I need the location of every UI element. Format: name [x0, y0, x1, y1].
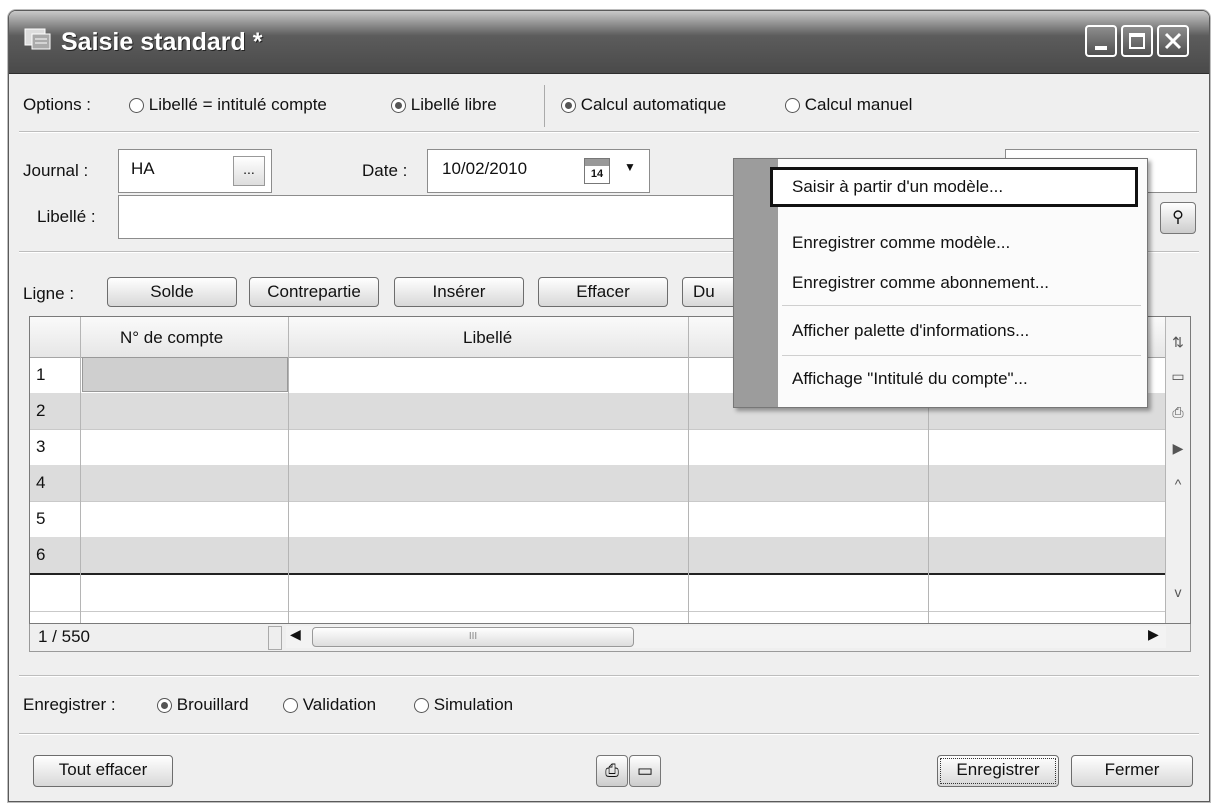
radio-brouillard[interactable]: Brouillard — [157, 695, 249, 715]
grid-status-bar: 1 / 550 ◀ III ▶ — [29, 624, 1191, 652]
radio-brouillard-label: Brouillard — [176, 695, 249, 714]
scroll-thumb[interactable]: III — [312, 627, 634, 647]
screen-icon[interactable]: ▭ — [629, 755, 661, 787]
selected-cell[interactable] — [82, 357, 288, 392]
journal-field[interactable]: HA ... — [118, 149, 272, 193]
menu-item-palette[interactable]: Afficher palette d'informations... — [792, 321, 1029, 341]
screen-icon[interactable]: ▭ — [1169, 367, 1187, 385]
date-value: 10/02/2010 — [442, 159, 528, 178]
radio-circle[interactable] — [157, 698, 172, 713]
ligne-label: Ligne : — [23, 284, 75, 303]
grid-col-divider — [688, 317, 689, 623]
window-app-icon — [24, 28, 51, 50]
radio-simulation-label: Simulation — [433, 695, 514, 714]
table-row[interactable] — [30, 573, 1190, 612]
radio-circle[interactable] — [561, 98, 576, 113]
effacer-button[interactable]: Effacer — [538, 277, 668, 307]
print-icon[interactable]: ⎙ — [596, 755, 628, 787]
grid-col-divider — [288, 317, 289, 623]
menu-separator — [782, 355, 1141, 356]
journal-label: Journal : — [23, 161, 89, 180]
title-bar[interactable]: Saisie standard * — [9, 11, 1209, 74]
options-divider — [544, 85, 545, 127]
context-menu: Saisir à partir d'un modèle... Enregistr… — [733, 158, 1148, 408]
header-libelle[interactable]: Libellé — [463, 328, 512, 348]
radio-simulation[interactable]: Simulation — [414, 695, 513, 715]
radio-calcul-manuel-label: Calcul manuel — [804, 95, 913, 114]
grid-col-divider — [80, 317, 81, 623]
horizontal-scrollbar[interactable]: ◀ III ▶ — [286, 626, 1166, 648]
options-label: Options : — [23, 95, 92, 114]
menu-separator — [782, 305, 1141, 306]
date-label: Date : — [362, 161, 408, 180]
menu-item-saisir-modele[interactable]: Saisir à partir d'un modèle... — [792, 177, 1003, 197]
journal-browse-button[interactable]: ... — [233, 156, 265, 186]
radio-libelle-intitule-label: Libellé = intitulé compte — [148, 95, 327, 114]
fermer-button[interactable]: Fermer — [1071, 755, 1193, 787]
separator — [19, 675, 1199, 677]
print-icon[interactable]: ⎙ — [1169, 403, 1187, 421]
table-row[interactable]: 5 — [30, 501, 1190, 538]
radio-circle[interactable] — [283, 698, 298, 713]
table-row[interactable]: 6 — [30, 537, 1190, 574]
radio-circle[interactable] — [785, 98, 800, 113]
table-row[interactable]: 3 — [30, 429, 1190, 466]
enregistrer-button[interactable]: Enregistrer — [937, 755, 1059, 787]
journal-value: HA — [131, 159, 155, 178]
table-row[interactable]: 4 — [30, 465, 1190, 502]
separator — [19, 733, 1199, 735]
radio-validation[interactable]: Validation — [283, 695, 376, 715]
radio-calcul-automatique-label: Calcul automatique — [580, 95, 727, 114]
libelle-label: Libellé : — [37, 207, 96, 226]
row-number: 2 — [36, 401, 46, 420]
minimize-icon[interactable] — [1085, 25, 1117, 57]
enregistrer-label: Enregistrer : — [23, 695, 116, 714]
sort-icon[interactable]: ⇅ — [1169, 333, 1187, 351]
separator — [19, 131, 1199, 133]
inserer-button[interactable]: Insérer — [394, 277, 524, 307]
menu-item-enregistrer-modele[interactable]: Enregistrer comme modèle... — [792, 233, 1010, 253]
menu-item-enregistrer-abonnement[interactable]: Enregistrer comme abonnement... — [792, 273, 1049, 293]
radio-circle[interactable] — [414, 698, 429, 713]
tout-effacer-button[interactable]: Tout effacer — [33, 755, 173, 787]
window-title: Saisie standard * — [61, 28, 263, 56]
scroll-up-icon[interactable]: ^ — [1169, 475, 1187, 493]
radio-circle[interactable] — [391, 98, 406, 113]
calendar-day: 14 — [590, 168, 604, 180]
solde-button[interactable]: Solde — [107, 277, 237, 307]
chevron-down-icon[interactable]: ▼ — [624, 160, 636, 174]
radio-libelle-libre-label: Libellé libre — [410, 95, 497, 114]
date-field[interactable]: 10/02/2010 14 ▼ — [427, 149, 650, 193]
menu-item-affichage-intitule[interactable]: Affichage "Intitulé du compte"... — [792, 369, 1028, 389]
radio-validation-label: Validation — [302, 695, 377, 714]
row-number: 5 — [36, 509, 46, 528]
row-number: 3 — [36, 437, 46, 456]
tag-icon[interactable]: ⚲ — [1160, 202, 1196, 234]
grid-vertical-scrollbar[interactable]: ⇅ ▭ ⎙ ▶ ^ v — [1165, 317, 1190, 623]
row-number: 6 — [36, 545, 46, 564]
header-compte[interactable]: N° de compte — [120, 328, 223, 348]
record-counter: 1 / 550 — [38, 627, 90, 646]
radio-libelle-intitule[interactable]: Libellé = intitulé compte — [129, 95, 327, 115]
radio-calcul-manuel[interactable]: Calcul manuel — [785, 95, 912, 115]
splitter-grip[interactable] — [268, 626, 282, 650]
scroll-right-icon[interactable]: ▶ — [1148, 626, 1159, 643]
radio-circle[interactable] — [129, 98, 144, 113]
row-number: 1 — [36, 365, 46, 384]
calendar-icon[interactable]: 14 — [584, 158, 610, 184]
row-number: 4 — [36, 473, 46, 492]
close-icon[interactable] — [1157, 25, 1189, 57]
radio-libelle-libre[interactable]: Libellé libre — [391, 95, 497, 115]
scroll-left-icon[interactable]: ◀ — [290, 626, 301, 643]
contrepartie-button[interactable]: Contrepartie — [249, 277, 379, 307]
libelle-input[interactable] — [118, 195, 758, 239]
radio-calcul-automatique[interactable]: Calcul automatique — [561, 95, 726, 115]
maximize-icon[interactable] — [1121, 25, 1153, 57]
scroll-down-icon[interactable]: v — [1169, 583, 1187, 601]
play-icon[interactable]: ▶ — [1169, 439, 1187, 457]
